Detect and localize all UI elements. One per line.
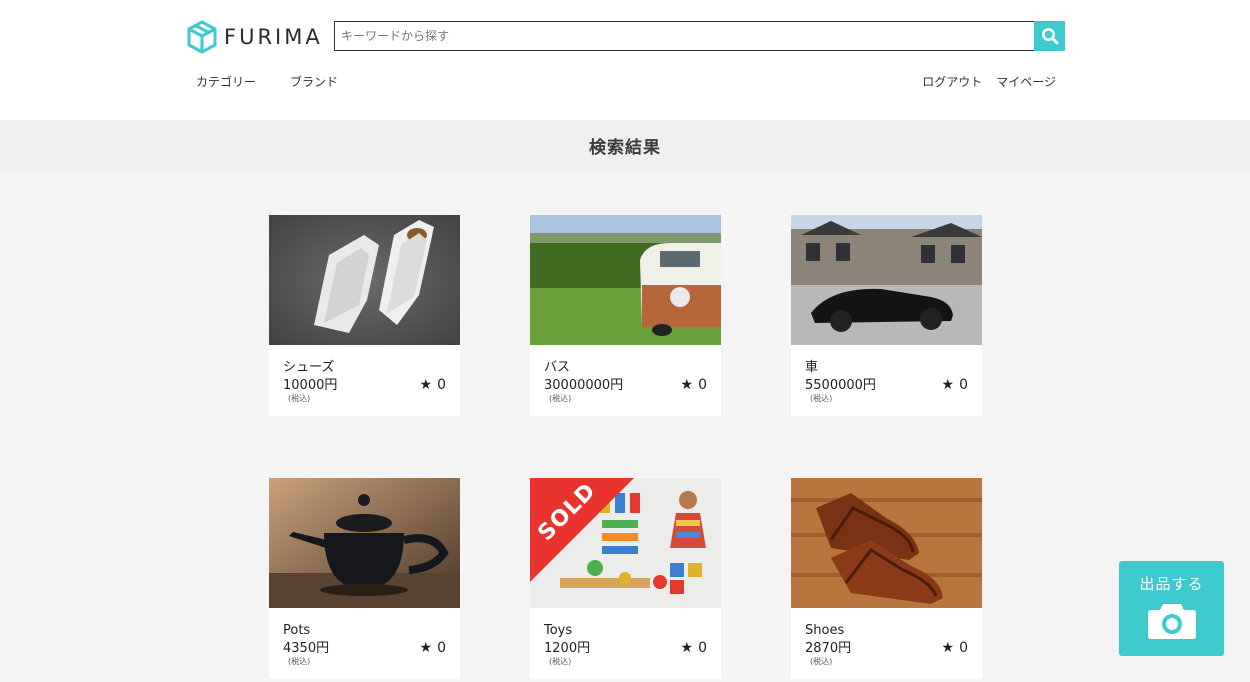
nav-left: カテゴリー ブランド [196,73,338,90]
item-likes[interactable]: ★ 0 [942,640,968,656]
star-icon: ★ [941,377,955,393]
item-tax-note: (税込) [288,394,311,403]
page-title: 検索結果 [589,138,661,158]
star-icon: ★ [680,377,694,393]
item-name: シューズ [283,360,335,375]
item-grid: シューズ 10000円 (税込) ★ 0 バス 30000000円 (税込) ★… [269,215,982,679]
sell-button-label: 出品する [1139,575,1204,593]
item-info: バス 30000000円 (税込) ★ 0 [530,345,721,416]
star-icon: ★ [680,640,694,656]
item-name: Toys [544,623,573,638]
item-card[interactable]: シューズ 10000円 (税込) ★ 0 [269,215,460,416]
search-button[interactable] [1034,21,1065,51]
item-name: Pots [283,623,311,638]
item-image [530,215,721,345]
search-input[interactable] [334,21,1034,51]
item-likes[interactable]: ★ 0 [681,640,707,656]
item-card[interactable]: SOLD Toys 1200円 (税込) ★ 0 [530,478,721,679]
like-count: 0 [698,377,707,393]
like-count: 0 [437,640,446,656]
item-info: Pots 4350円 (税込) ★ 0 [269,608,460,679]
nav-mypage[interactable]: マイページ [996,73,1056,90]
star-icon: ★ [419,640,433,656]
item-card[interactable]: Pots 4350円 (税込) ★ 0 [269,478,460,679]
item-tax-note: (税込) [810,657,833,666]
item-tax-note: (税込) [549,657,572,666]
item-tax-note: (税込) [288,657,311,666]
camera-icon [1147,604,1196,639]
item-info: 車 5500000円 (税込) ★ 0 [791,345,982,416]
item-likes[interactable]: ★ 0 [420,640,446,656]
item-image [791,215,982,345]
item-image: SOLD [530,478,721,608]
nav-right: ログアウト マイページ [922,73,1056,90]
item-name: 車 [805,360,819,375]
like-count: 0 [698,640,707,656]
item-card[interactable]: Shoes 2870円 (税込) ★ 0 [791,478,982,679]
item-info: シューズ 10000円 (税込) ★ 0 [269,345,460,416]
nav-brand[interactable]: ブランド [290,73,338,90]
item-tax-note: (税込) [549,394,572,403]
star-icon: ★ [419,377,433,393]
like-count: 0 [437,377,446,393]
results-header: 検索結果 [0,120,1250,171]
item-card[interactable]: 車 5500000円 (税込) ★ 0 [791,215,982,416]
logo-text: FURIMA [224,25,323,49]
like-count: 0 [959,640,968,656]
site-logo[interactable]: FURIMA [186,19,323,55]
site-header: FURIMA カテゴリー ブランド ログアウト マイページ [0,0,1250,120]
item-image [791,478,982,608]
item-card[interactable]: バス 30000000円 (税込) ★ 0 [530,215,721,416]
item-info: Toys 1200円 (税込) ★ 0 [530,608,721,679]
item-likes[interactable]: ★ 0 [420,377,446,393]
item-name: Shoes [805,623,845,638]
search-bar [334,21,1065,51]
nav-logout[interactable]: ログアウト [922,73,982,90]
item-likes[interactable]: ★ 0 [942,377,968,393]
search-icon [1041,28,1058,45]
star-icon: ★ [941,640,955,656]
sell-button[interactable]: 出品する [1119,561,1224,656]
item-image [269,478,460,608]
item-tax-note: (税込) [810,394,833,403]
item-name: バス [544,360,571,375]
like-count: 0 [959,377,968,393]
item-likes[interactable]: ★ 0 [681,377,707,393]
item-info: Shoes 2870円 (税込) ★ 0 [791,608,982,679]
nav-category[interactable]: カテゴリー [196,73,256,90]
cube-logo-icon [187,20,217,54]
item-image [269,215,460,345]
